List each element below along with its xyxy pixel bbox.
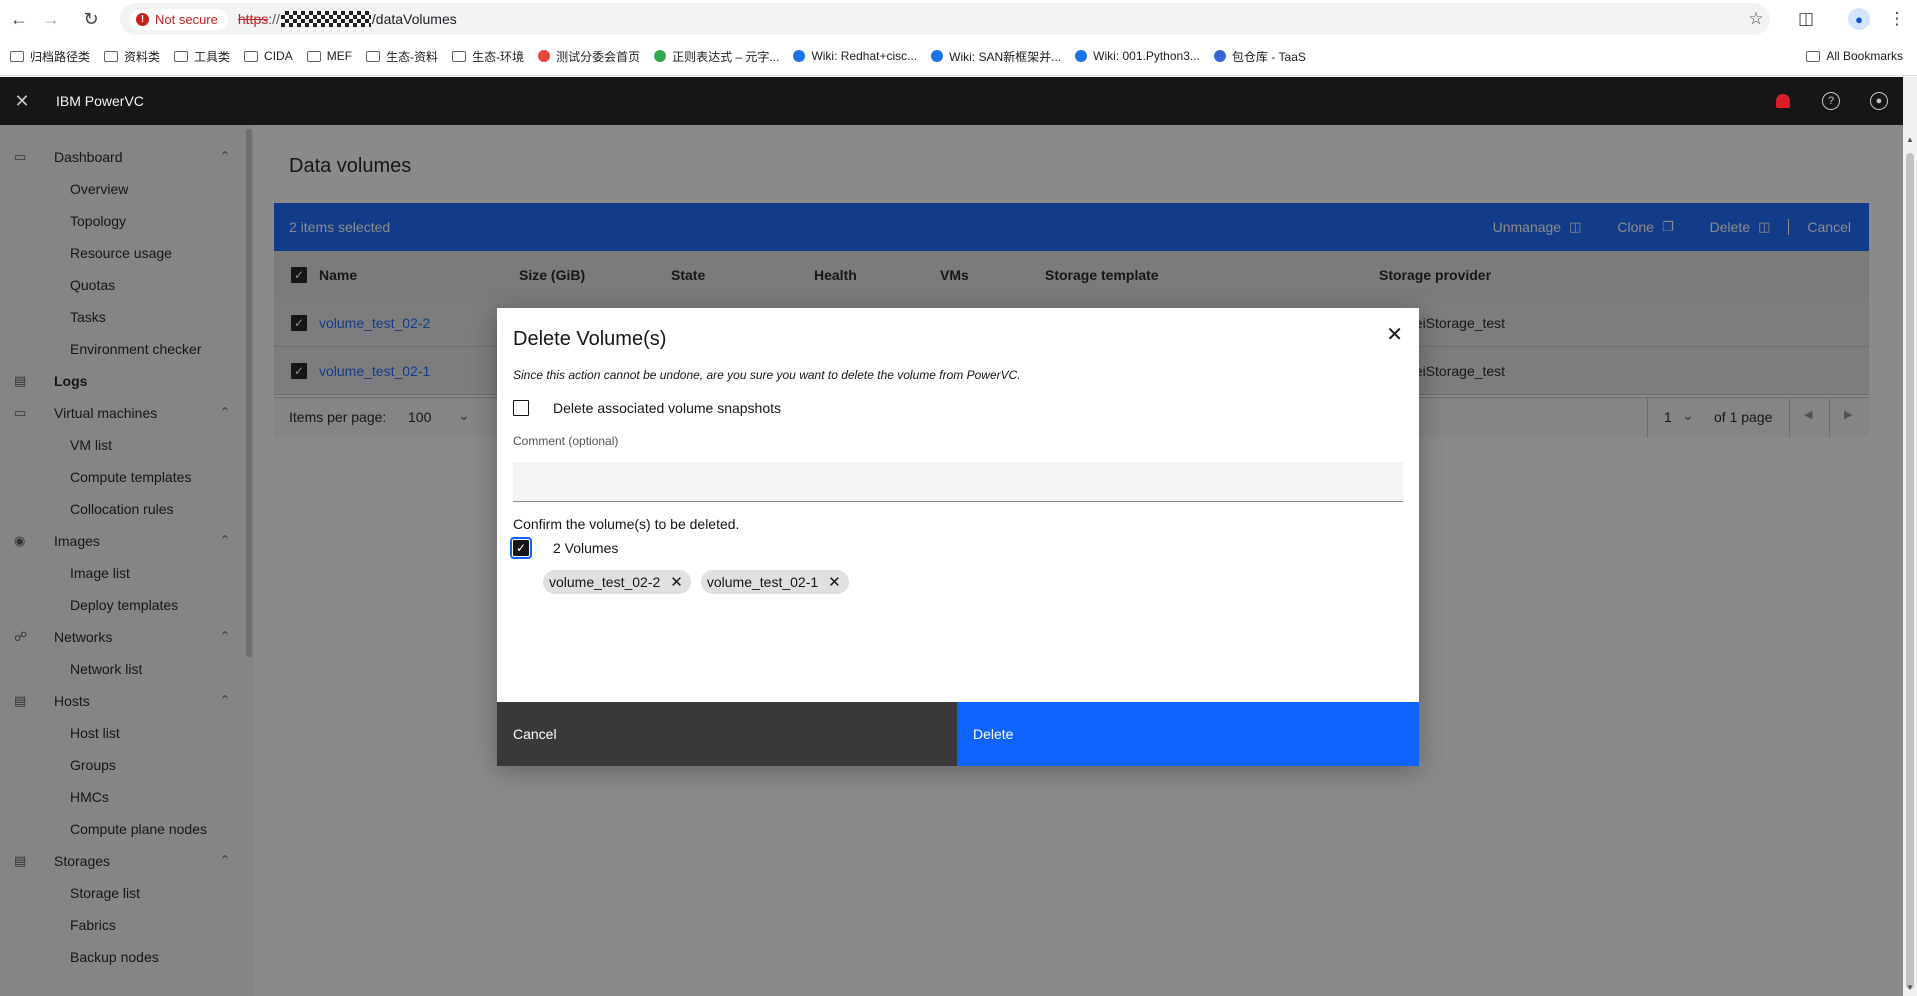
bookmark-link[interactable]: 包仓库 - TaaS	[1213, 48, 1306, 65]
bookmark-folder[interactable]: 生态-资料	[366, 48, 438, 65]
folder-icon	[306, 50, 321, 62]
app-title[interactable]: IBM PowerVC	[56, 93, 144, 109]
folder-icon	[366, 50, 381, 62]
confirm-volumes-checkbox[interactable]: ✓	[510, 537, 532, 559]
comment-input[interactable]	[513, 462, 1403, 502]
page-scrollbar[interactable]: ▲ ▼	[1903, 77, 1917, 996]
delete-snapshots-checkbox[interactable]	[513, 400, 529, 416]
warning-icon: !	[136, 12, 149, 26]
confirm-volumes-option[interactable]: ✓ 2 Volumes	[510, 537, 619, 559]
site-favicon-icon	[538, 50, 551, 62]
back-icon[interactable]: ←	[4, 4, 34, 34]
bookmark-link[interactable]: Wiki: Redhat+cisc...	[793, 49, 917, 63]
bookmark-folder[interactable]: CIDA	[244, 49, 293, 63]
wiki-favicon-icon	[1075, 50, 1088, 62]
comment-label: Comment (optional)	[513, 434, 619, 448]
bookmark-folder[interactable]: 归档路径类	[10, 48, 90, 65]
url-scheme: https	[237, 11, 269, 27]
delete-button[interactable]: Delete	[957, 702, 1419, 766]
remove-tag-icon[interactable]: ✕	[824, 573, 845, 591]
extensions-icon[interactable]: ◫	[1795, 8, 1817, 30]
profile-icon[interactable]: ●	[1848, 8, 1870, 30]
volume-tag: volume_test_02-1 ✕	[700, 570, 849, 594]
wiki-favicon-icon	[793, 50, 806, 62]
url-separator: ://	[268, 11, 280, 27]
bookmark-folder[interactable]: 生态-环境	[452, 48, 524, 65]
app-header: ✕ IBM PowerVC ? ●	[0, 77, 1903, 125]
volume-tag: volume_test_02-2 ✕	[543, 570, 691, 594]
remove-tag-icon[interactable]: ✕	[666, 573, 687, 591]
bookmark-link[interactable]: Wiki: 001.Python3...	[1075, 49, 1200, 63]
user-avatar-icon[interactable]: ●	[1855, 77, 1903, 125]
folder-icon	[244, 50, 259, 62]
bookmark-folder[interactable]: 工具类	[174, 48, 230, 65]
bookmark-folder[interactable]: MEF	[306, 49, 352, 63]
address-bar[interactable]: ! Not secure https:// /dataVolumes	[120, 3, 1770, 35]
modal-warning-text: Since this action cannot be undone, are …	[513, 368, 1021, 382]
reload-icon[interactable]: ↻	[76, 4, 106, 34]
bookmark-link[interactable]: 正则表达式 – 元字...	[654, 48, 779, 65]
modal-title: Delete Volume(s)	[513, 328, 667, 350]
redacted-host	[280, 11, 371, 27]
delete-volumes-modal: Delete Volume(s) ✕ Since this action can…	[497, 308, 1419, 766]
folder-icon	[104, 50, 119, 62]
close-menu-icon[interactable]: ✕	[0, 77, 44, 125]
delete-snapshots-label: Delete associated volume snapshots	[553, 400, 782, 416]
volume-tags: volume_test_02-2 ✕ volume_test_02-1 ✕	[543, 570, 859, 594]
bookmark-link[interactable]: Wiki: SAN新框架并...	[931, 48, 1061, 65]
folder-icon	[174, 50, 189, 62]
confirm-label: Confirm the volume(s) to be deleted.	[513, 516, 740, 532]
forward-icon[interactable]: →	[36, 4, 66, 34]
folder-icon	[452, 50, 467, 62]
delete-snapshots-option[interactable]: Delete associated volume snapshots	[513, 398, 781, 418]
cancel-button[interactable]: Cancel	[497, 702, 957, 766]
help-icon[interactable]: ?	[1807, 77, 1855, 125]
close-icon[interactable]: ✕	[1386, 322, 1403, 347]
notification-bell-icon[interactable]	[1759, 77, 1807, 125]
bookmark-star-icon[interactable]: ☆	[1745, 8, 1767, 30]
bookmark-folder[interactable]: 资料类	[104, 48, 160, 65]
bookmark-link[interactable]: 测试分委会首页	[538, 48, 640, 65]
scroll-down-icon[interactable]: ▼	[1906, 983, 1914, 992]
folder-icon	[10, 50, 24, 62]
bookmarks-bar: 归档路径类 资料类 工具类 CIDA MEF 生态-资料 生态-环境 测试分委会…	[0, 44, 1917, 68]
menu-icon[interactable]: ⋮	[1886, 8, 1908, 30]
modal-footer: Cancel Delete	[497, 702, 1419, 766]
wiki-favicon-icon	[931, 50, 944, 62]
browser-chrome: ← → ↻ ! Not secure https:///dataVolumes …	[0, 0, 1917, 76]
site-favicon-icon	[1213, 50, 1226, 62]
folder-icon	[1806, 50, 1821, 62]
scroll-up-icon[interactable]: ▲	[1906, 135, 1914, 144]
volumes-count-label: 2 Volumes	[553, 540, 619, 556]
url-path: /dataVolumes	[371, 11, 457, 27]
all-bookmarks[interactable]: All Bookmarks	[1806, 44, 1903, 68]
not-secure-badge[interactable]: ! Not secure	[130, 8, 228, 30]
site-favicon-icon	[654, 50, 667, 62]
scrollbar-thumb[interactable]	[1906, 153, 1914, 989]
